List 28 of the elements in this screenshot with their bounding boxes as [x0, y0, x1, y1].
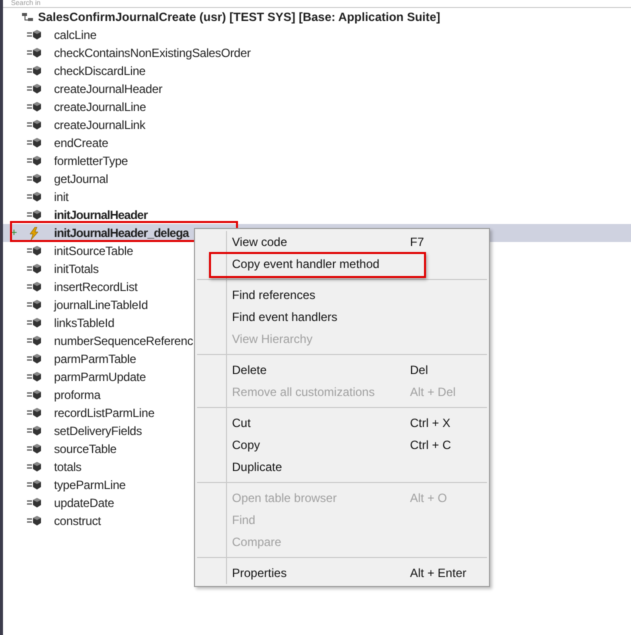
tree-item-label: checkDiscardLine: [54, 63, 146, 80]
tree-item-label: parmParmTable: [54, 351, 136, 368]
tree-item-label: formletterType: [54, 153, 128, 170]
tree-item-label: createJournalLink: [54, 117, 146, 134]
tree-item-label: construct: [54, 513, 101, 530]
tree-item-label: insertRecordList: [54, 279, 138, 296]
tree-item-label: sourceTable: [54, 441, 117, 458]
tree-item-label: totals: [54, 459, 82, 476]
tree-item-label: init: [54, 189, 69, 206]
tree-item-label: updateDate: [54, 495, 114, 512]
tree-item-label: journalLineTableId: [54, 297, 148, 314]
tree-item-label: proforma: [54, 387, 100, 404]
tree-item-label: getJournal: [54, 171, 108, 188]
tree-item-label: typeParmLine: [54, 477, 126, 494]
tree-item-label: linksTableId: [54, 315, 114, 332]
tree-item-label: parmParmUpdate: [54, 369, 146, 386]
tree-item-label: recordListParmLine: [54, 405, 154, 422]
tree-item-label: setDeliveryFields: [54, 423, 142, 440]
tree-item-label: endCreate: [54, 135, 108, 152]
tree-item-label: numberSequenceReferenc: [54, 333, 194, 350]
tree-item-label: calcLine: [54, 27, 96, 44]
tree-item-label: initJournalHeader: [54, 207, 148, 224]
tree-item-label: checkContainsNonExistingSalesOrder: [54, 45, 251, 62]
tree-item-label: createJournalHeader: [54, 81, 162, 98]
tree-item-label: initJournalHeader_delega: [54, 225, 189, 242]
tree-item-label: initTotals: [54, 261, 99, 278]
tree-item-label: initSourceTable: [54, 243, 134, 260]
tree-item-label: createJournalLine: [54, 99, 146, 116]
